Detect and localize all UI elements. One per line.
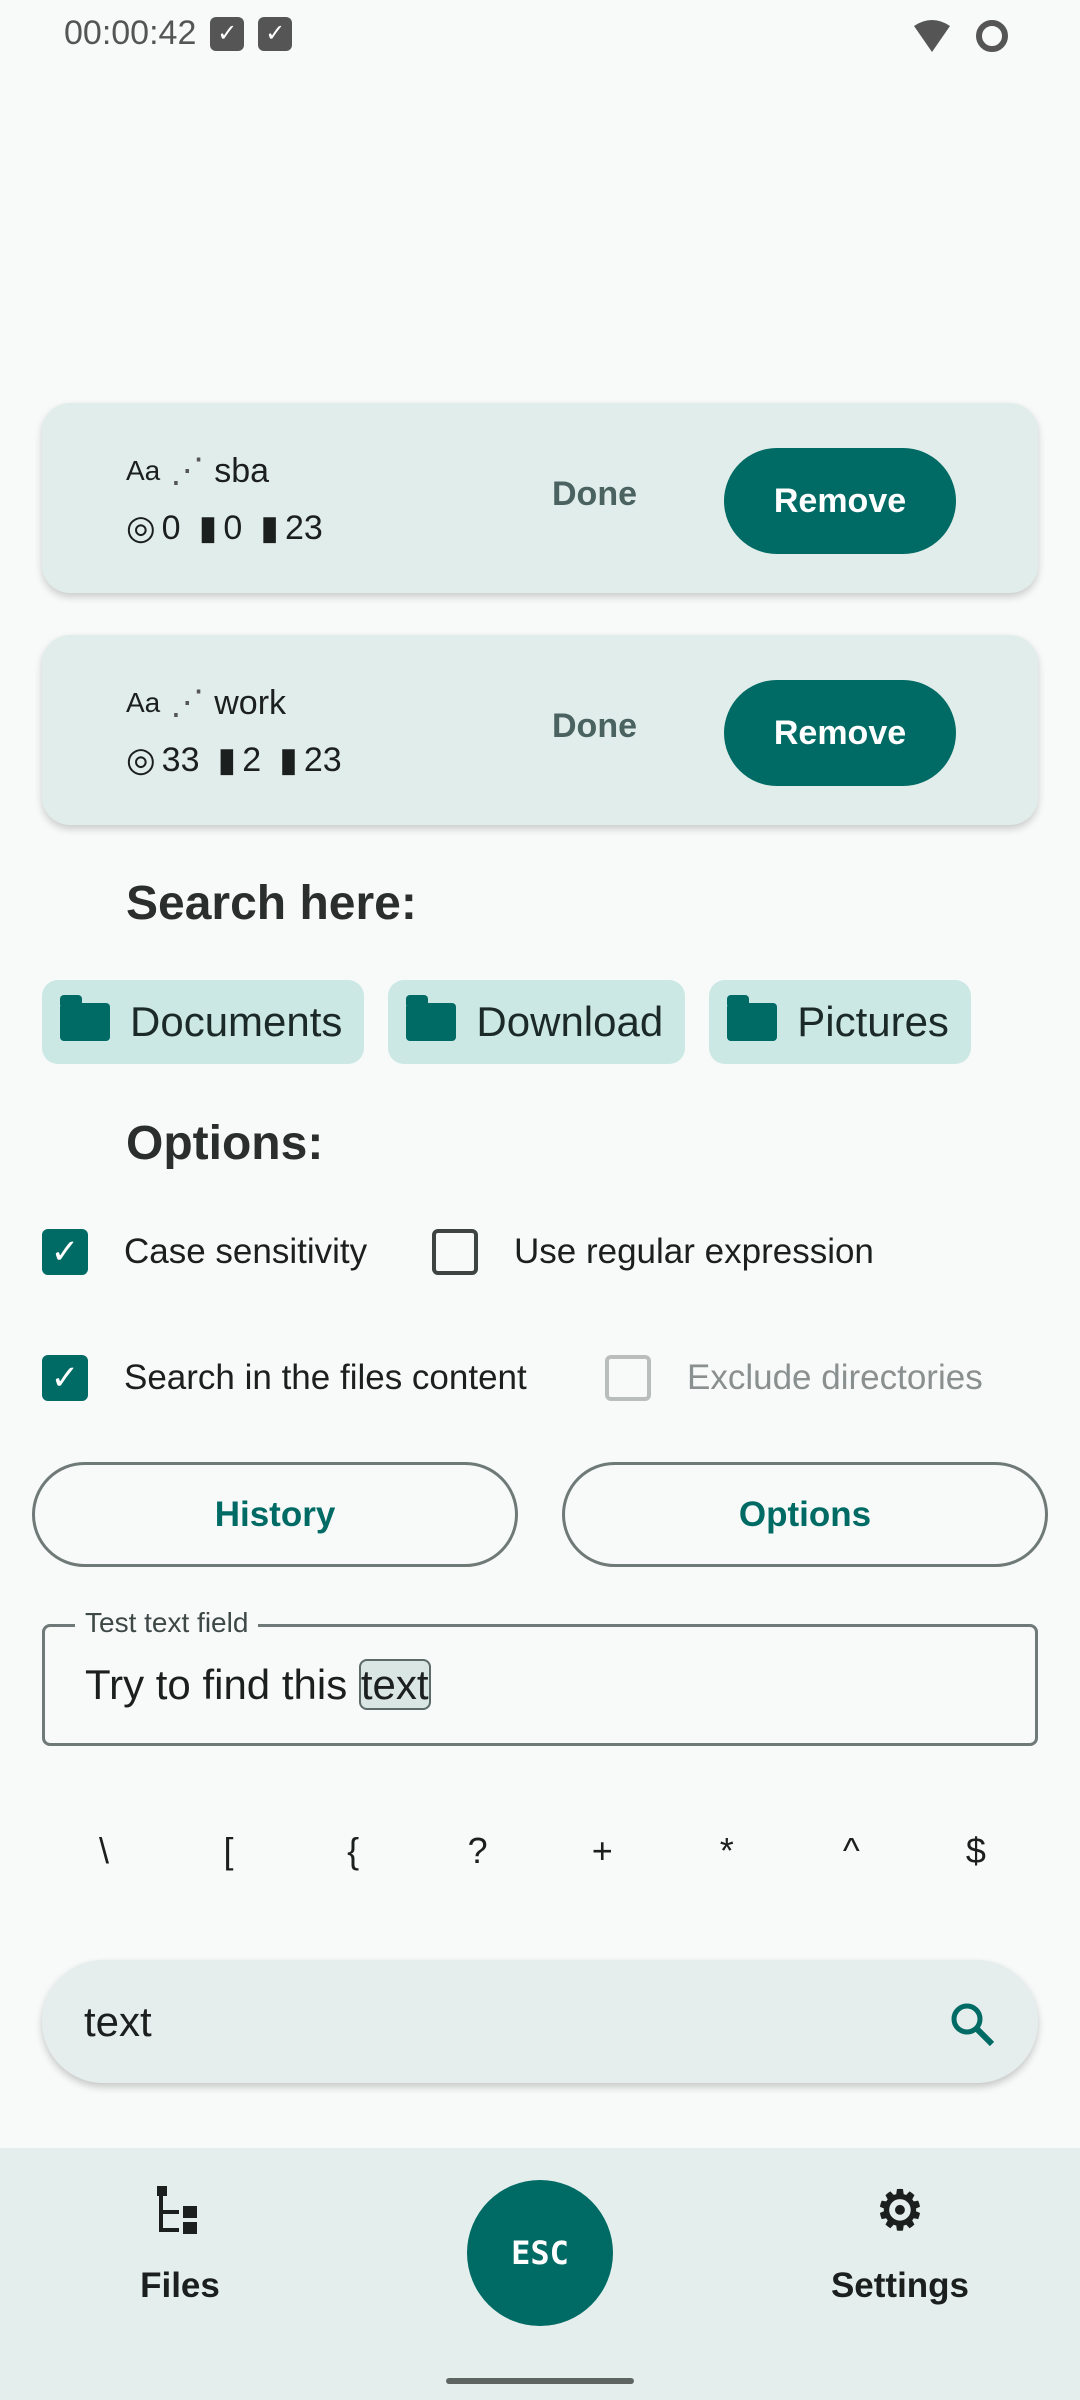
file-check-icon: ▮ — [198, 509, 218, 547]
files-matched-count: 0 — [223, 508, 243, 547]
file-tree-icon — [157, 2186, 197, 2234]
folder-chip-documents[interactable]: Documents — [42, 980, 365, 1064]
search-content-checkbox[interactable]: ✓ — [42, 1355, 88, 1401]
check-search-icon: ✓ — [210, 16, 245, 51]
chip-label: Download — [476, 998, 664, 1045]
history-button[interactable]: History — [32, 1462, 518, 1567]
done-label: Done — [552, 475, 637, 513]
regex-off-icon: ⋰ — [170, 452, 205, 490]
exclude-directories-checkbox[interactable] — [605, 1355, 651, 1401]
matches-count: 0 — [161, 508, 181, 547]
checkbox-label: Use regular expression — [514, 1232, 874, 1271]
key-backslash[interactable]: \ — [44, 1830, 164, 1872]
options-title: Options: — [126, 1117, 324, 1170]
nav-files[interactable]: Files — [120, 2186, 240, 2306]
key-plus[interactable]: + — [542, 1830, 662, 1872]
files-matched-count: 2 — [242, 740, 262, 779]
key-star[interactable]: * — [667, 1830, 787, 1872]
chip-label: Documents — [130, 998, 343, 1045]
search-card: Aa ⋰ sba ◎ 0 ▮ 0 ▮ 23 Done Remove — [42, 403, 1038, 593]
checkbox-label: Case sensitivity — [124, 1232, 368, 1271]
case-icon: Aa — [126, 687, 161, 718]
file-check-icon: ▮ — [217, 741, 237, 779]
files-total-count: 23 — [303, 740, 342, 779]
case-icon: Aa — [126, 455, 161, 486]
folder-icon — [60, 995, 110, 1041]
field-label: Test text field — [75, 1607, 259, 1639]
gear-icon: ⚙ — [875, 2181, 925, 2241]
wifi-icon — [914, 20, 950, 52]
case-sensitivity-checkbox[interactable]: ✓ — [42, 1229, 88, 1275]
folder-icon — [406, 995, 457, 1041]
key-caret[interactable]: ^ — [791, 1830, 911, 1872]
key-dollar[interactable]: $ — [916, 1830, 1036, 1872]
options-button[interactable]: Options — [562, 1462, 1048, 1567]
folder-icon — [727, 995, 778, 1041]
remove-button[interactable]: Remove — [724, 448, 956, 554]
test-text-field[interactable]: Test text field Try to find this text — [42, 1607, 1038, 1746]
nav-label: Files — [140, 2266, 220, 2305]
match-highlight: text — [358, 1659, 431, 1710]
done-label: Done — [552, 707, 637, 745]
matches-count: 33 — [161, 740, 200, 779]
check-search-icon: ✓ — [258, 16, 293, 51]
key-question[interactable]: ? — [418, 1830, 538, 1872]
checkbox-label: Exclude directories — [687, 1358, 983, 1397]
search-input[interactable]: text — [42, 1960, 1038, 2083]
search-value: text — [84, 1998, 152, 2045]
nav-settings[interactable]: ⚙ Settings — [800, 2181, 1000, 2306]
target-icon: ◎ — [126, 509, 156, 547]
query-text: work — [214, 683, 287, 722]
search-icon[interactable] — [948, 2000, 996, 2048]
file-icon: ▮ — [279, 741, 298, 779]
query-text: sba — [214, 451, 270, 490]
nav-label: Settings — [830, 2266, 970, 2305]
remove-button[interactable]: Remove — [724, 680, 956, 786]
checkbox-label: Search in the files content — [124, 1358, 527, 1397]
field-text: Try to find this — [85, 1661, 359, 1708]
search-here-title: Search here: — [126, 877, 417, 930]
target-icon: ◎ — [126, 741, 156, 779]
key-brace[interactable]: { — [293, 1830, 413, 1872]
battery-icon — [976, 20, 1008, 52]
chip-label: Pictures — [797, 998, 949, 1045]
clock: 00:00:42 — [64, 14, 197, 52]
gesture-handle — [446, 2378, 634, 2384]
search-card: Aa ⋰ work ◎ 33 ▮ 2 ▮ 23 Done Remove — [42, 635, 1038, 825]
regex-checkbox[interactable] — [432, 1229, 478, 1275]
status-bar: 00:00:42 ✓ ✓ — [64, 14, 293, 53]
esc-button[interactable]: ESC — [467, 2180, 613, 2326]
key-bracket[interactable]: [ — [169, 1830, 289, 1872]
folder-chip-pictures[interactable]: Pictures — [709, 980, 971, 1064]
folder-chip-row: Documents Download Pictures — [42, 980, 1072, 1064]
file-icon: ▮ — [260, 509, 279, 547]
regex-off-icon: ⋰ — [170, 684, 205, 722]
files-total-count: 23 — [284, 508, 323, 547]
folder-chip-download[interactable]: Download — [388, 980, 686, 1064]
special-keys-row: \ [ { ? + * ^ $ — [42, 1830, 1038, 1872]
